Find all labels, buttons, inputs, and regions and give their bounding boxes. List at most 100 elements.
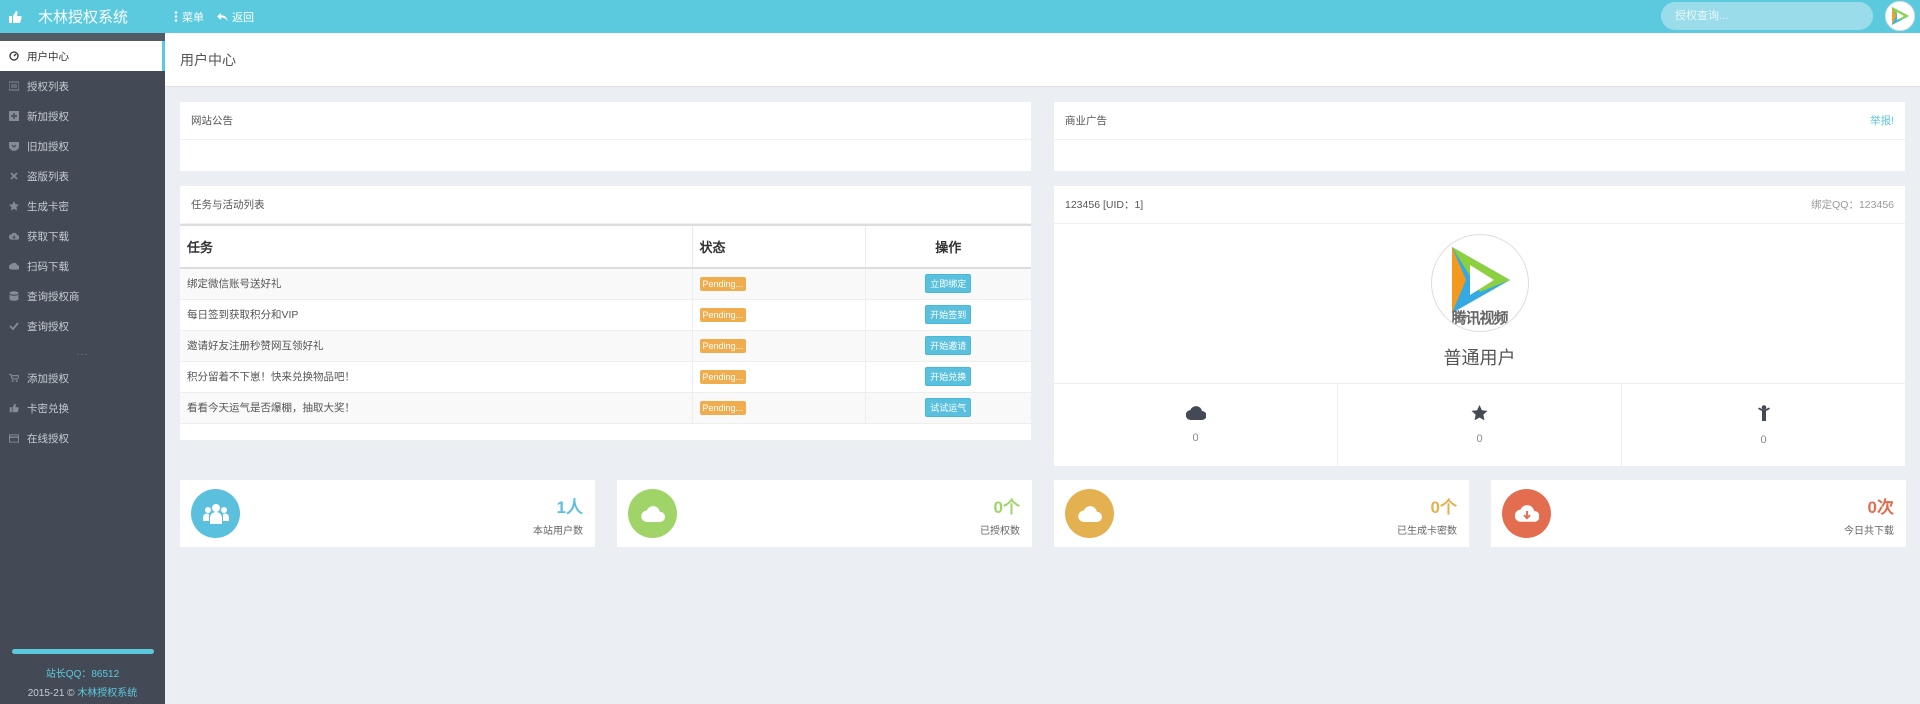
notice-panel: 网站公告 [180, 102, 1031, 171]
redeem-button[interactable]: 开始兑换 [925, 367, 972, 386]
task-panel: 任务与活动列表 任务 状态 操作 绑定微信账号送好礼 Pending... 立即… [180, 186, 1031, 440]
sidebar-item-label: 盗版列表 [27, 170, 69, 183]
profile-center: 腾讯视频 普通用户 [1054, 224, 1905, 370]
bound-qq: 绑定QQ：123456 [1811, 199, 1894, 211]
cloud-icon [628, 489, 677, 538]
sidebar-item-label: 生成卡密 [27, 200, 69, 213]
report-link[interactable]: 举报! [1870, 113, 1894, 128]
plus-square-icon [9, 111, 19, 121]
search-input[interactable] [1661, 2, 1873, 30]
stat-card-label: 今日共下载 [1844, 526, 1894, 537]
star-icon [9, 201, 19, 211]
status-badge: Pending... [699, 369, 747, 384]
page-title: 用户中心 [180, 51, 236, 68]
column-header-task: 任务 [180, 224, 692, 269]
sidebar-item-old-auth[interactable]: 旧加授权 [0, 131, 165, 161]
invite-button[interactable]: 开始邀请 [925, 336, 972, 355]
task-action-cell: 立即绑定 [864, 268, 1031, 300]
ads-title: 商业广告 [1065, 115, 1107, 127]
avatar-caption: 腾讯视频 [1451, 310, 1508, 327]
menu-button[interactable]: 菜单 [174, 9, 204, 25]
table-row: 每日签到获取积分和VIP Pending... 开始签到 [180, 299, 1031, 331]
copyright-brand-link[interactable]: 木林授权系统 [77, 688, 137, 699]
sidebar-item-auth-list[interactable]: 授权列表 [0, 71, 165, 101]
sidebar-item-online-auth[interactable]: 在线授权 [0, 423, 165, 453]
user-avatar[interactable] [1885, 1, 1915, 31]
copyright: 2015-21 © 木林授权系统 [0, 684, 165, 699]
sign-in-button[interactable]: 开始签到 [925, 305, 972, 324]
sidebar-item-label: 新加授权 [27, 110, 69, 123]
back-button[interactable]: 返回 [217, 9, 254, 25]
stat-value: 0 [1192, 432, 1199, 444]
sidebar-item-query-dealer[interactable]: 查询授权商 [0, 281, 165, 311]
sidebar-item-query-auth[interactable]: 查询授权 [0, 311, 165, 341]
sidebar-item-label: 旧加授权 [27, 140, 69, 153]
sidebar-item-label: 添加授权 [27, 372, 69, 385]
stat-card-value: 0个 [1430, 498, 1457, 517]
stat-card-users: 1人 本站用户数 [180, 480, 595, 547]
top-nav: 菜单 返回 [174, 0, 267, 33]
sidebar-item-piracy-list[interactable]: 盗版列表 [0, 161, 165, 191]
sidebar-progress-bar [11, 649, 154, 654]
brand[interactable]: 木林授权系统 [0, 0, 165, 33]
bind-wechat-button[interactable]: 立即绑定 [925, 274, 972, 294]
sidebar-item-get-download[interactable]: 获取下载 [0, 221, 165, 251]
stat-card-downloads: 0次 今日共下载 [1491, 480, 1906, 547]
ellipsis-vertical-icon [174, 11, 178, 22]
ads-panel: 商业广告 举报! [1054, 102, 1905, 171]
profile-panel-header: 123456 [UID：1] 绑定QQ：123456 [1054, 186, 1905, 224]
top-bar: 木林授权系统 菜单 返回 [0, 0, 1920, 33]
thumbs-up-icon [9, 403, 19, 413]
cart-icon [9, 373, 19, 383]
task-action-cell: 开始邀请 [864, 330, 1031, 362]
lucky-draw-button[interactable]: 试试运气 [925, 398, 972, 417]
cloud-icon [9, 261, 19, 271]
sidebar-item-generate-card[interactable]: 生成卡密 [0, 191, 165, 221]
cloud-icon [1065, 489, 1114, 538]
task-panel-title: 任务与活动列表 [191, 199, 265, 211]
close-icon [9, 171, 19, 181]
stat-card-value: 0个 [993, 498, 1020, 517]
sidebar-item-label: 查询授权 [27, 320, 69, 333]
table-row: 积分留着不下崽！快来兑换物品吧！ Pending... 开始兑换 [180, 361, 1031, 393]
sidebar-item-label: 扫码下载 [27, 260, 69, 273]
status-badge: Pending... [699, 400, 747, 415]
task-name: 每日签到获取积分和VIP [180, 299, 692, 331]
column-header-status: 状态 [691, 224, 865, 269]
notice-panel-header: 网站公告 [180, 102, 1031, 140]
app-title: 木林授权系统 [38, 9, 129, 26]
task-status-cell: Pending... [691, 361, 865, 393]
sidebar-item-label: 授权列表 [27, 80, 69, 93]
column-header-action: 操作 [864, 224, 1031, 269]
cloud-download-icon [9, 231, 19, 241]
sidebar-item-card-redeem[interactable]: 卡密兑换 [0, 393, 165, 423]
list-icon [9, 81, 19, 91]
copyright-years: 2015-21 © [27, 688, 78, 699]
thumbs-up-icon [8, 10, 22, 24]
sidebar-item-label: 卡密兑换 [27, 402, 69, 415]
task-table-header-row: 任务 状态 操作 [180, 224, 1031, 269]
sidebar-item-add-auth[interactable]: 添加授权 [0, 363, 165, 393]
sidebar-item-scan-download[interactable]: 扫码下载 [0, 251, 165, 281]
task-name: 积分留着不下崽！快来兑换物品吧！ [180, 361, 692, 393]
task-status-cell: Pending... [691, 330, 865, 362]
pocket-icon [9, 141, 19, 151]
sidebar-footer: 站长QQ：86512 2015-21 © 木林授权系统 [0, 649, 165, 704]
sidebar-item-user-center[interactable]: 用户中心 [0, 41, 165, 71]
status-badge: Pending... [699, 338, 747, 353]
profile-stats: 0 0 0 [1054, 383, 1905, 466]
status-badge: Pending... [699, 276, 747, 291]
menu-label: 菜单 [182, 11, 204, 24]
stat-card-label: 已授权数 [980, 526, 1020, 537]
sidebar-item-new-auth[interactable]: 新加授权 [0, 101, 165, 131]
task-name: 绑定微信账号送好礼 [180, 268, 692, 300]
stat-card-label: 已生成卡密数 [1397, 526, 1457, 537]
task-status-cell: Pending... [691, 392, 865, 424]
admin-qq: 站长QQ：86512 [45, 669, 120, 680]
stat-star: 0 [1338, 384, 1622, 466]
cloud-icon [1185, 406, 1206, 420]
credit-card-icon [9, 433, 19, 443]
users-icon [191, 489, 240, 538]
sidebar-item-label: 在线授权 [27, 432, 69, 445]
profile-avatar[interactable]: 腾讯视频 [1430, 234, 1529, 332]
